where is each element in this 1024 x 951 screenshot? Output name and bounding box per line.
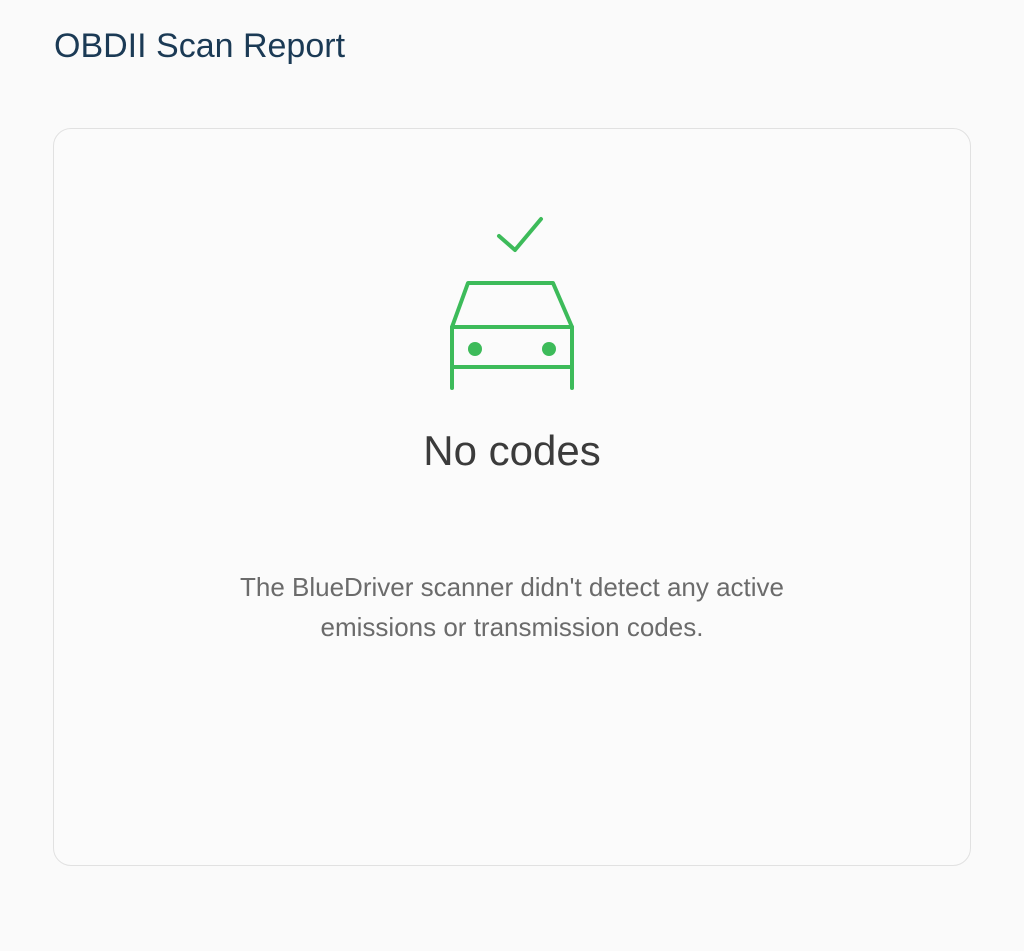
scan-report-page: OBDII Scan Report No codes The BlueDrive… bbox=[0, 0, 1024, 951]
page-title: OBDII Scan Report bbox=[54, 27, 346, 65]
car-check-icon bbox=[450, 217, 574, 390]
status-title: No codes bbox=[423, 427, 601, 474]
status-message: The BlueDriver scanner didn't detect any… bbox=[239, 572, 785, 642]
